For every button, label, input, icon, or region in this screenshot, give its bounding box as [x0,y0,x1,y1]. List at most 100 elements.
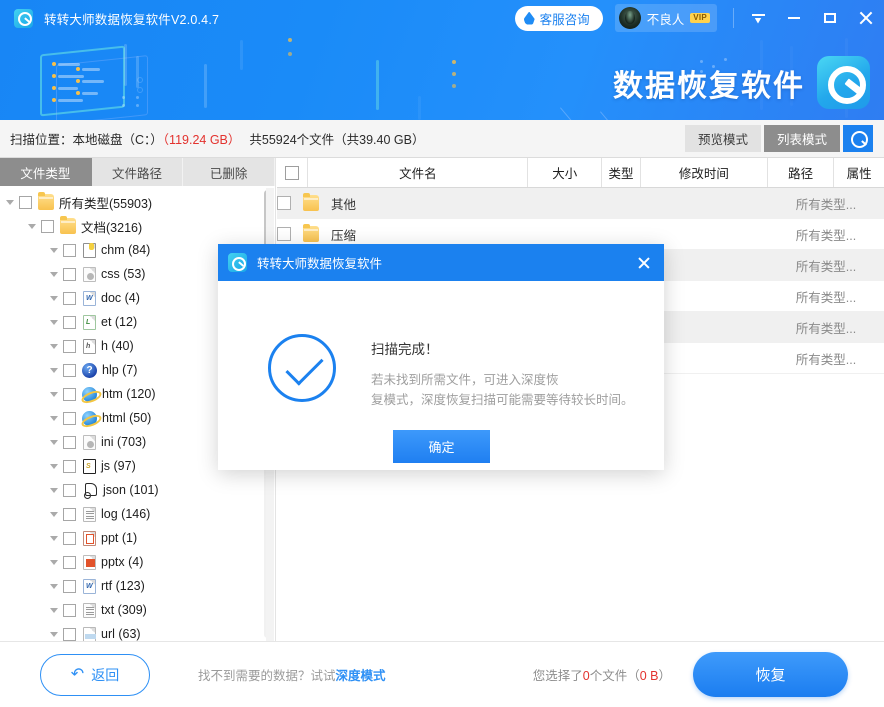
row-path: 所有类型... [790,349,862,368]
tree-checkbox[interactable] [63,508,76,521]
tree-item-url[interactable]: url (63) [0,622,275,641]
minimize-button[interactable] [776,0,812,36]
tree-checkbox[interactable] [63,484,76,497]
select-all-checkbox[interactable] [285,166,299,180]
row-select-cell[interactable] [277,227,291,241]
tree-item-txt[interactable]: txt (309) [0,598,275,622]
tree-checkbox[interactable] [63,532,76,545]
expand-arrow-icon[interactable] [50,608,58,613]
monitor-graphic-icon [40,46,125,117]
tree-item-log[interactable]: log (146) [0,502,275,526]
expand-arrow-icon[interactable] [50,488,58,493]
sidebar-tabs: 文件类型 文件路径 已删除 [0,158,275,186]
tree-checkbox[interactable] [63,244,76,257]
select-all-header[interactable] [277,158,308,187]
expand-arrow-icon[interactable] [50,632,58,637]
rtf-file-icon: W [83,579,96,594]
expand-arrow-icon[interactable] [50,584,58,589]
tree-item-documents[interactable]: 文档(3216) [0,214,275,238]
tab-file-path[interactable]: 文件路径 [92,158,184,186]
expand-arrow-icon[interactable] [50,320,58,325]
tree-checkbox[interactable] [63,340,76,353]
dialog-confirm-button[interactable]: 确定 [393,430,490,463]
column-header-filename[interactable]: 文件名 [308,158,528,187]
tree-item-label: 文档(3216) [81,217,142,236]
log-file-icon [83,507,96,522]
tree-item-label: pptx (4) [101,555,143,569]
tree-checkbox[interactable] [63,292,76,305]
folder-icon [38,194,54,210]
support-button[interactable]: 客服咨询 [515,6,603,31]
pptx-file-icon [83,555,96,570]
tree-checkbox[interactable] [63,316,76,329]
dialog-message-line1: 若未找到所需文件，可进入深度恢 [371,373,559,387]
deep-mode-link[interactable]: 深度模式 [336,669,386,683]
file-list-header: 文件名 大小 类型 修改时间 路径 属性 [277,158,884,188]
user-chip[interactable]: 不良人 VIP [615,4,717,32]
tree-item-ppt[interactable]: ppt (1) [0,526,275,550]
search-button[interactable] [843,125,873,152]
view-mode-group: 预览模式 列表模式 [685,125,873,152]
expand-arrow-icon[interactable] [50,416,58,421]
tree-item-all-types[interactable]: 所有类型(55903) [0,190,275,214]
expand-arrow-icon[interactable] [50,440,58,445]
column-header-modified[interactable]: 修改时间 [641,158,768,187]
tree-item-label: ini (703) [101,435,146,449]
tree-checkbox[interactable] [63,436,76,449]
tree-item-label: log (146) [101,507,150,521]
row-select-cell[interactable] [277,196,291,210]
tree-checkbox[interactable] [63,628,76,641]
tree-item-label: 所有类型(55903) [59,193,152,212]
search-icon [851,131,866,146]
expand-arrow-icon[interactable] [50,536,58,541]
tree-checkbox[interactable] [63,580,76,593]
tree-item-pptx[interactable]: pptx (4) [0,550,275,574]
column-header-type[interactable]: 类型 [602,158,641,187]
expand-arrow-icon[interactable] [28,224,36,229]
tree-item-label: txt (309) [101,603,147,617]
row-checkbox[interactable] [277,196,291,210]
app-logo-icon [228,253,247,272]
expand-arrow-icon[interactable] [50,464,58,469]
close-button[interactable] [848,0,884,36]
tree-item-label: ppt (1) [101,531,137,545]
tree-checkbox[interactable] [63,604,76,617]
expand-arrow-icon[interactable] [50,344,58,349]
tree-checkbox[interactable] [19,196,32,209]
expand-arrow-icon[interactable] [50,296,58,301]
tab-file-type[interactable]: 文件类型 [0,158,92,186]
menu-button[interactable] [740,0,776,36]
column-header-size[interactable]: 大小 [528,158,602,187]
tree-checkbox[interactable] [63,268,76,281]
menu-icon [752,14,765,23]
expand-arrow-icon[interactable] [50,512,58,517]
row-filename-cell: 其他 [291,194,530,213]
tree-item-rtf[interactable]: W rtf (123) [0,574,275,598]
tree-checkbox[interactable] [63,412,76,425]
recover-button[interactable]: 恢复 [693,652,848,697]
tree-checkbox[interactable] [63,460,76,473]
dialog-close-button[interactable] [634,253,654,273]
tree-checkbox[interactable] [63,364,76,377]
expand-arrow-icon[interactable] [50,368,58,373]
column-header-attribute[interactable]: 属性 [834,158,884,187]
column-header-path[interactable]: 路径 [768,158,834,187]
maximize-button[interactable] [812,0,848,36]
expand-arrow-icon[interactable] [6,200,14,205]
back-button[interactable]: ↶ 返回 [40,654,150,696]
expand-arrow-icon[interactable] [50,392,58,397]
css-file-icon [83,267,96,282]
preview-mode-button[interactable]: 预览模式 [685,125,761,152]
row-checkbox[interactable] [277,227,291,241]
expand-arrow-icon[interactable] [50,272,58,277]
tree-checkbox[interactable] [63,388,76,401]
list-mode-button[interactable]: 列表模式 [764,125,840,152]
table-row[interactable]: 其他 所有类型... [277,188,884,219]
tree-item-json[interactable]: json (101) [0,478,275,502]
expand-arrow-icon[interactable] [50,560,58,565]
expand-arrow-icon[interactable] [50,248,58,253]
tree-checkbox[interactable] [41,220,54,233]
deep-scan-hint-text: 找不到需要的数据？试试 [198,669,336,683]
tree-checkbox[interactable] [63,556,76,569]
tab-deleted[interactable]: 已删除 [183,158,275,186]
